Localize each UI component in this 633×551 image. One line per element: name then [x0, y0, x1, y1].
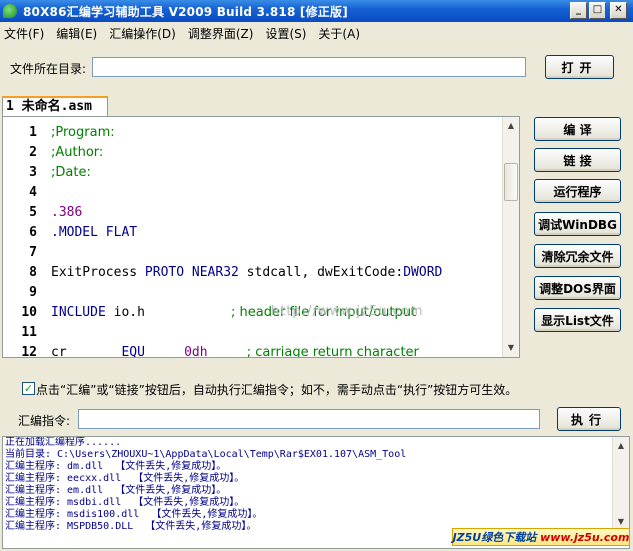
- adjust-dos-button[interactable]: 调整DOS界面: [534, 276, 621, 300]
- line-number: 6: [29, 225, 37, 240]
- site-badge-url: www.jz5u.com: [540, 530, 630, 544]
- line-number: 2: [29, 145, 37, 160]
- log-line: 汇编主程序: MSPDB50.DLL 【文件丢失,修复成功】。: [5, 521, 257, 532]
- link-button[interactable]: 链 接: [534, 148, 621, 172]
- log-line: 汇编主程序: eecxx.dll 【文件丢失,修复成功】。: [5, 473, 245, 484]
- code-token: DWORD: [403, 265, 443, 280]
- menu-about[interactable]: 关于(A): [318, 25, 360, 42]
- log-line: 汇编主程序: msdis100.dll 【文件丢失,修复成功】。: [5, 509, 263, 520]
- window-title: 80X86汇编学习辅助工具 V2009 Build 3.818 [修正版]: [23, 4, 348, 19]
- code-token: ExitProcess: [51, 265, 145, 280]
- auto-assemble-checkbox[interactable]: ✓: [22, 382, 35, 395]
- maximize-button[interactable]: □: [589, 2, 606, 19]
- line-number: 8: [29, 265, 37, 280]
- file-dir-label: 文件所在目录:: [10, 62, 87, 76]
- code-token: ; carriage return character: [246, 345, 419, 358]
- log-line: 当前目录: C:\Users\ZHOUXU~1\AppData\Local\Te…: [5, 449, 407, 460]
- code-line: cr EQU 0dh ; carriage return character: [51, 343, 419, 358]
- site-badge-prefix: JZ5U绿色下载站: [452, 531, 537, 544]
- menu-assemble[interactable]: 汇编操作(D): [109, 25, 176, 42]
- debug-windbg-button[interactable]: 调试WinDBG: [534, 212, 621, 236]
- compile-button[interactable]: 编 译: [534, 117, 621, 141]
- menu-bar: 文件(F) 编辑(E) 汇编操作(D) 调整界面(Z) 设置(S) 关于(A): [0, 22, 633, 44]
- line-number: 3: [29, 165, 37, 180]
- run-program-button[interactable]: 运行程序: [534, 179, 621, 203]
- code-token: io.h: [105, 305, 232, 320]
- code-line: ;Date:: [51, 163, 91, 183]
- menu-settings[interactable]: 设置(S): [265, 25, 306, 42]
- code-line: ;Author:: [51, 143, 103, 163]
- code-token: .MODEL FLAT: [51, 225, 138, 240]
- code-token: stdcall, dwExitCode:: [238, 265, 404, 280]
- clean-files-button[interactable]: 清除冗余文件: [534, 244, 621, 268]
- log-line: 正在加载汇编程序......: [5, 437, 122, 448]
- code-token: ;Date:: [51, 165, 91, 180]
- command-input[interactable]: [78, 409, 540, 429]
- scroll-up-icon[interactable]: ▲: [504, 118, 518, 134]
- scroll-thumb[interactable]: [504, 163, 518, 201]
- code-token: INCLUDE: [51, 305, 106, 320]
- command-label: 汇编指令:: [18, 414, 71, 428]
- code-line: ExitProcess PROTO NEAR32 stdcall, dwExit…: [51, 263, 442, 283]
- menu-layout[interactable]: 调整界面(Z): [188, 25, 254, 42]
- code-token: EQU: [121, 345, 145, 358]
- code-token: cr: [51, 345, 122, 358]
- app-leaf-icon: [3, 4, 17, 18]
- code-line: .MODEL FLAT: [51, 223, 137, 243]
- file-dir-input[interactable]: [92, 57, 526, 77]
- code-editor[interactable]: 1 2 3 4 5 6 7 8 9 10 11 12 ;Program: ;Author: ;Date:.…: [2, 116, 520, 358]
- minimize-button[interactable]: _: [570, 2, 587, 19]
- code-token: 0dh: [184, 345, 208, 358]
- tab-untitled-asm[interactable]: 1 未命名.asm: [2, 96, 108, 116]
- log-line: 汇编主程序: em.dll 【文件丢失,修复成功】。: [5, 485, 227, 496]
- line-number: 1: [29, 125, 37, 140]
- line-number: 10: [21, 305, 37, 320]
- menu-file[interactable]: 文件(F): [4, 25, 44, 42]
- log-scroll-up-icon[interactable]: ▲: [614, 438, 628, 454]
- scroll-down-icon[interactable]: ▼: [504, 340, 518, 356]
- code-token: PROTO NEAR32: [144, 265, 239, 280]
- log-line: 汇编主程序: dm.dll 【文件丢失,修复成功】。: [5, 461, 227, 472]
- line-number: 9: [29, 285, 37, 300]
- line-number: 7: [29, 245, 37, 260]
- show-list-file-button[interactable]: 显示List文件: [534, 308, 621, 332]
- execute-button[interactable]: 执行: [557, 407, 621, 431]
- code-line: .386: [51, 203, 82, 223]
- log-line: 汇编主程序: msdbi.dll 【文件丢失,修复成功】。: [5, 497, 245, 508]
- auto-assemble-label: 点击“汇编”或“链接”按钮后，自动执行汇编指令；如不，需手动点击“执行”按钮方可…: [36, 383, 518, 397]
- line-number: 11: [21, 325, 37, 340]
- log-scrollbar[interactable]: ▲ ▼: [612, 437, 629, 531]
- line-number: 4: [29, 185, 37, 200]
- open-button[interactable]: 打开: [545, 55, 614, 79]
- title-bar: 80X86汇编学习辅助工具 V2009 Build 3.818 [修正版] _ …: [0, 0, 633, 22]
- watermark-text: http://www.jz5u.com: [271, 304, 424, 319]
- close-button[interactable]: ✕: [610, 2, 627, 19]
- line-number: 12: [21, 345, 37, 358]
- site-badge: JZ5U绿色下载站 www.jz5u.com: [452, 528, 630, 546]
- menu-edit[interactable]: 编辑(E): [56, 25, 97, 42]
- line-number-gutter: 1 2 3 4 5 6 7 8 9 10 11 12: [3, 117, 45, 357]
- code-token: .386: [51, 205, 83, 220]
- editor-scrollbar[interactable]: ▲ ▼: [502, 117, 519, 357]
- code-line: ;Program:: [51, 123, 115, 143]
- code-token: ;Program:: [51, 125, 115, 140]
- line-number: 5: [29, 205, 37, 220]
- code-token: ;Author:: [51, 145, 104, 160]
